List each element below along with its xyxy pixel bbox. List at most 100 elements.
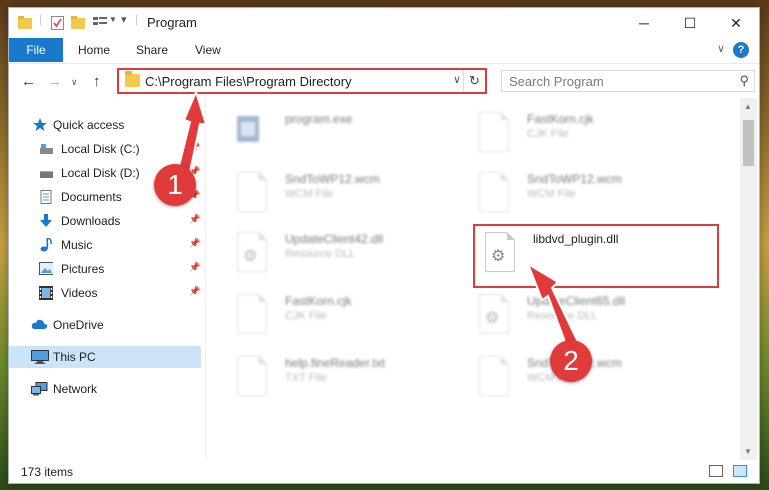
- large-icons-view-icon[interactable]: [733, 465, 747, 477]
- tab-home[interactable]: Home: [78, 38, 110, 62]
- tab-view[interactable]: View: [195, 38, 221, 62]
- scroll-thumb[interactable]: [743, 120, 754, 166]
- address-bar[interactable]: C:\Program Files\Program Directory ∨ ↻: [117, 68, 487, 94]
- file-type: TXT File: [285, 372, 327, 384]
- file-name: SndToWP12.wcm: [285, 172, 380, 186]
- vertical-scrollbar[interactable]: ▲ ▼: [740, 98, 757, 460]
- tab-share[interactable]: Share: [136, 38, 168, 62]
- up-arrow-icon[interactable]: ↑: [93, 73, 101, 90]
- window-title: Program: [147, 15, 197, 30]
- sidebar-item-label: Local Disk (C:): [61, 142, 140, 156]
- videos-icon: [39, 286, 53, 300]
- pane-divider[interactable]: [205, 98, 206, 460]
- file-tile[interactable]: ⚙ UpdateClient42.dll Resource DLL: [209, 228, 449, 286]
- sidebar-item-pictures[interactable]: Pictures 📌: [9, 258, 201, 280]
- download-icon: [40, 214, 52, 227]
- file-type: WCM File: [285, 188, 334, 200]
- file-icon: [237, 172, 267, 212]
- recent-locations-icon[interactable]: ∨: [71, 77, 78, 88]
- file-type: CJK File: [285, 310, 327, 322]
- file-icon: [237, 356, 267, 396]
- separator: |: [39, 12, 43, 26]
- drive-icon: [40, 144, 53, 154]
- file-name: help.fineReader.txt: [285, 356, 386, 370]
- back-arrow-icon[interactable]: ←: [21, 73, 36, 90]
- details-view-icon[interactable]: [709, 465, 723, 477]
- computer-icon: [31, 350, 49, 364]
- sidebar-item-network[interactable]: Network: [9, 378, 201, 400]
- sidebar-item-downloads[interactable]: Downloads 📌: [9, 210, 201, 232]
- pin-icon: 📌: [189, 262, 201, 272]
- minimize-button[interactable]: ─: [621, 8, 667, 38]
- pin-icon: 📌: [189, 286, 201, 296]
- help-icon[interactable]: ?: [733, 42, 749, 58]
- sidebar-item-local-disk-c[interactable]: Local Disk (C:) 📌: [9, 138, 201, 160]
- music-icon: [40, 238, 52, 252]
- explorer-window: | ▼ ▾ | Program ─ ☐ ✕ File Home Share Vi…: [8, 7, 760, 484]
- ribbon-tabs: File Home Share View ∨ ?: [9, 38, 759, 62]
- file-tile[interactable]: FastKorn.cjk CJK File: [459, 108, 699, 166]
- refresh-icon[interactable]: ↻: [463, 70, 485, 92]
- star-icon: [33, 118, 47, 131]
- pin-icon: 📌: [189, 238, 201, 248]
- customize-icon[interactable]: [93, 16, 107, 29]
- properties-icon[interactable]: [51, 16, 64, 30]
- quick-access-toolbar-icon[interactable]: ▾: [121, 13, 127, 26]
- highlight-box: [473, 224, 719, 288]
- file-name: UpdateClient42.dll: [285, 232, 384, 246]
- navigation-pane: Quick access Local Disk (C:) 📌 Local Dis…: [9, 98, 205, 460]
- sidebar-item-quick-access[interactable]: Quick access: [9, 114, 201, 136]
- search-placeholder: Search Program: [509, 74, 604, 89]
- search-icon[interactable]: ⚲: [739, 73, 749, 89]
- chevron-down-icon[interactable]: ▼: [109, 15, 117, 24]
- documents-icon: [40, 190, 52, 204]
- folder-icon: [18, 16, 32, 29]
- folder-icon: [125, 71, 140, 87]
- file-tile[interactable]: SndToWP12.wcm WCM File: [209, 168, 449, 226]
- address-path[interactable]: C:\Program Files\Program Directory: [145, 74, 352, 89]
- item-count: 173 items: [21, 465, 74, 479]
- separator: |: [135, 12, 139, 26]
- step-1-badge: 1: [154, 164, 196, 206]
- file-tile[interactable]: program.exe: [209, 108, 449, 166]
- file-icon: [479, 172, 509, 212]
- tab-file[interactable]: File: [9, 38, 63, 62]
- gear-icon: ⚙: [485, 310, 500, 327]
- file-name: SndToWP12.wcm: [527, 172, 622, 186]
- file-type: Resource DLL: [527, 310, 598, 322]
- scroll-down-icon[interactable]: ▼: [744, 447, 752, 456]
- search-input[interactable]: Search Program ⚲: [501, 70, 755, 92]
- file-tile[interactable]: SndToWP12.wcm WCM File: [459, 168, 699, 226]
- file-icon: [237, 294, 267, 334]
- dll-file-icon: ⚙: [237, 232, 267, 272]
- maximize-button[interactable]: ☐: [667, 8, 713, 38]
- forward-arrow-icon[interactable]: →: [47, 73, 62, 90]
- file-tile[interactable]: ⚙ UpdateClient65.dll Resource DLL: [459, 290, 699, 348]
- file-name: program.exe: [285, 112, 353, 126]
- address-dropdown-icon[interactable]: ∨: [453, 73, 461, 86]
- file-name: UpdateClient65.dll: [527, 294, 626, 308]
- pictures-icon: [39, 262, 53, 275]
- file-tile[interactable]: FastKorn.cjk CJK File: [209, 290, 449, 348]
- status-bar: 173 items: [9, 460, 759, 483]
- scroll-up-icon[interactable]: ▲: [744, 102, 752, 111]
- sidebar-item-music[interactable]: Music 📌: [9, 234, 201, 256]
- close-button[interactable]: ✕: [713, 8, 759, 38]
- file-type: WCM File: [527, 188, 576, 200]
- sidebar-item-label: Videos: [61, 286, 98, 300]
- sidebar-item-this-pc[interactable]: This PC: [9, 346, 201, 368]
- file-name: FastKorn.cjk: [527, 112, 594, 126]
- sidebar-item-videos[interactable]: Videos 📌: [9, 282, 201, 304]
- collapse-ribbon-icon[interactable]: ∨: [717, 42, 725, 55]
- file-type: CJK File: [527, 128, 569, 140]
- file-tile[interactable]: help.fineReader.txt TXT File: [209, 352, 449, 410]
- title-bar: | ▼ ▾ | Program ─ ☐ ✕: [9, 8, 759, 38]
- file-icon: [479, 112, 509, 152]
- sidebar-item-label: Music: [61, 238, 93, 252]
- new-folder-icon[interactable]: [71, 16, 85, 29]
- sidebar-item-onedrive[interactable]: OneDrive: [9, 314, 201, 336]
- sidebar-item-label: This PC: [53, 350, 96, 364]
- file-name: FastKorn.cjk: [285, 294, 352, 308]
- dll-file-icon: ⚙: [479, 294, 509, 334]
- file-icon: [479, 356, 509, 396]
